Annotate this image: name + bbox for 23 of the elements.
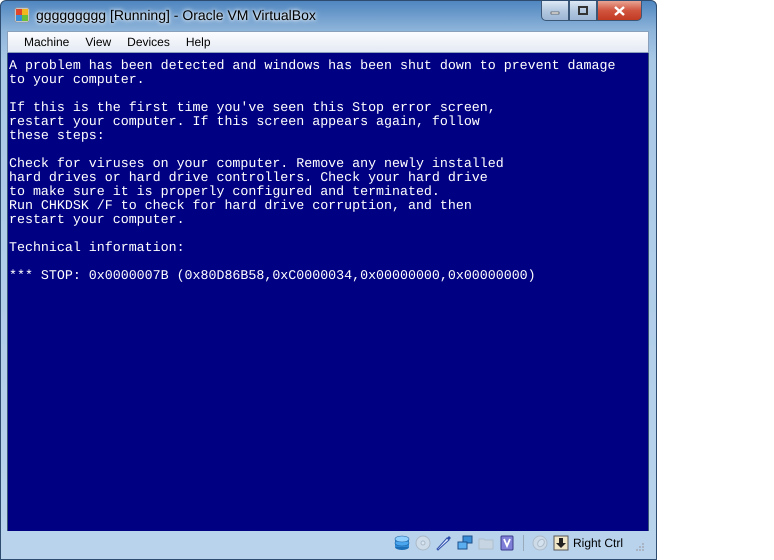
maximize-button[interactable]	[569, 1, 597, 21]
menu-item[interactable]: Help	[178, 35, 219, 49]
chip-icon[interactable]	[498, 535, 515, 551]
maximize-icon	[578, 6, 588, 15]
menu-item[interactable]: View	[77, 35, 120, 49]
hard-disk-icon[interactable]	[394, 535, 410, 551]
menu-item[interactable]: Devices	[119, 35, 178, 49]
host-key-label: Right Ctrl	[572, 536, 623, 550]
resize-grip-icon[interactable]	[635, 542, 645, 552]
menu-item[interactable]: Machine	[16, 35, 78, 49]
error-paragraph: Technical information:	[9, 241, 186, 255]
close-icon	[614, 6, 625, 16]
error-paragraph: A problem has been detected and windows has been shut down to prevent damage to your computer.	[9, 59, 616, 87]
minimize-button[interactable]	[541, 1, 569, 21]
app-icon[interactable]	[14, 7, 30, 23]
close-button[interactable]	[597, 1, 642, 21]
pen-icon[interactable]	[436, 535, 452, 551]
down-arrow-key-icon[interactable]	[552, 535, 569, 551]
window-title: ggggggggg [Running] - Oracle VM VirtualBox	[36, 7, 316, 23]
network-icon[interactable]	[456, 535, 473, 551]
error-paragraph: *** STOP: 0x0000007B (0x80D86B58,0xC0000034,0x00000000,0x00000000)	[9, 269, 537, 283]
error-paragraph: Check for viruses on your computer. Remove any newly installed hard drives or hard drive controllers. Check your hard drive to make sure it is properly configured and terminated. Run CHKDSK /F to check for hard drive corruption, and then restart your computer.	[9, 157, 505, 227]
error-paragraph: If this is the first time you've seen this Stop error screen, restart your computer. If this screen appears again, follow these steps:	[9, 101, 497, 143]
